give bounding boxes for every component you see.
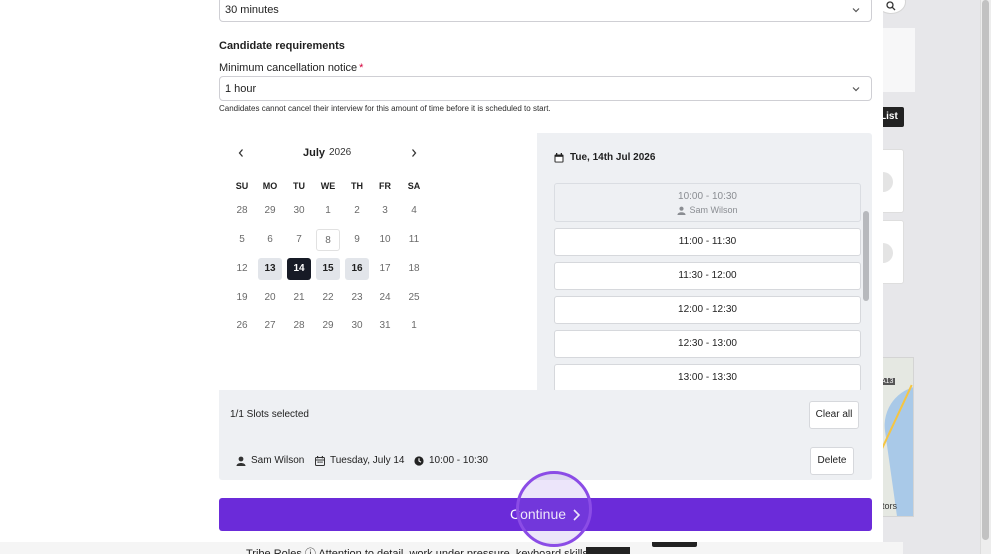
calendar-day[interactable]: 16 xyxy=(345,258,369,280)
slots-date: Tue, 14th Jul 2026 xyxy=(570,152,656,163)
map-water xyxy=(879,385,913,516)
calendar-day[interactable]: 22 xyxy=(316,287,340,309)
calendar-day[interactable]: 21 xyxy=(287,287,311,309)
weekday-label: SA xyxy=(407,181,421,191)
calendar-day[interactable]: 30 xyxy=(345,315,369,337)
click-indicator xyxy=(516,471,592,547)
duration-select[interactable]: 30 minutes xyxy=(219,0,872,22)
calendar-day[interactable]: 9 xyxy=(345,229,369,251)
selected-person: Sam Wilson xyxy=(236,455,304,466)
calendar-day[interactable]: 1 xyxy=(402,315,426,337)
weekday-label: SU xyxy=(235,181,249,191)
calendar-icon xyxy=(554,152,564,162)
calendar-day[interactable]: 19 xyxy=(230,287,254,309)
weekday-label: MO xyxy=(262,181,278,191)
calendar-day[interactable]: 12 xyxy=(230,258,254,280)
weekday-label: TH xyxy=(351,181,363,191)
slot-list-scrollbar[interactable] xyxy=(863,183,869,390)
time-slot[interactable]: 11:30 - 12:00 xyxy=(554,262,861,290)
slot-list-scrollbar-thumb[interactable] xyxy=(863,211,869,301)
cancellation-label: Minimum cancellation notice * xyxy=(219,62,363,74)
calendar-day[interactable]: 1 xyxy=(316,200,340,222)
person-icon xyxy=(236,456,246,466)
selected-date-text: Tuesday, July 14 xyxy=(330,455,405,466)
background-bottom-button[interactable] xyxy=(586,547,630,554)
background-bottom-text: Tribe Roles ⓘ Attention to detail, work … xyxy=(246,548,586,554)
calendar-day[interactable]: 6 xyxy=(258,229,282,251)
chevron-right-icon xyxy=(412,149,417,157)
calendar-day[interactable]: 26 xyxy=(230,315,254,337)
clock-icon xyxy=(414,455,424,466)
time-slot-booked[interactable]: 10:00 - 10:30 Sam Wilson xyxy=(554,183,861,222)
calendar-day[interactable]: 29 xyxy=(258,200,282,222)
next-month-button[interactable] xyxy=(409,147,423,161)
calendar-month: July xyxy=(303,147,326,159)
calendar-day[interactable]: 11 xyxy=(402,229,426,251)
selected-person-name: Sam Wilson xyxy=(251,455,305,466)
chevron-down-icon xyxy=(852,87,860,92)
duration-value: 30 minutes xyxy=(225,4,279,16)
slots-selected-summary: 1/1 Slots selected xyxy=(230,409,309,420)
calendar: July 2026 SU MO TU WE TH FR SA 28 29 30 1 2 3 4 5 6 7 8 9… xyxy=(219,133,537,390)
chevron-down-icon xyxy=(852,8,860,13)
calendar-day[interactable]: 8 xyxy=(316,229,340,251)
calendar-year: 2026 xyxy=(329,147,352,158)
calendar-day[interactable]: 7 xyxy=(287,229,311,251)
calendar-day[interactable]: 10 xyxy=(373,229,397,251)
cancellation-value: 1 hour xyxy=(225,83,257,95)
time-slot-list[interactable]: 10:00 - 10:30 Sam Wilson 11:00 - 11:30 11… xyxy=(554,183,861,390)
calendar-day[interactable]: 17 xyxy=(373,258,397,280)
prev-month-button[interactable] xyxy=(236,147,250,161)
required-mark: * xyxy=(359,62,364,74)
schedule-modal: 30 minutes Candidate requirements Minimu… xyxy=(0,0,883,547)
calendar-day[interactable]: 23 xyxy=(345,287,369,309)
chevron-left-icon xyxy=(238,149,243,157)
delete-slot-button[interactable]: Delete xyxy=(810,447,854,475)
calendar-day[interactable]: 25 xyxy=(402,287,426,309)
calendar-day[interactable]: 14 xyxy=(287,258,311,280)
calendar-day[interactable]: 30 xyxy=(287,200,311,222)
calendar-day[interactable]: 24 xyxy=(373,287,397,309)
booked-time: 10:00 - 10:30 xyxy=(678,191,737,202)
scheduler: July 2026 SU MO TU WE TH FR SA 28 29 30 1 2 3 4 5 6 7 8 9… xyxy=(219,133,872,480)
calendar-day[interactable]: 5 xyxy=(230,229,254,251)
page-scrollbar-thumb[interactable] xyxy=(982,0,989,540)
calendar-day[interactable]: 4 xyxy=(402,200,426,222)
calendar-day[interactable]: 28 xyxy=(287,315,311,337)
calendar-icon xyxy=(315,455,325,466)
section-title: Candidate requirements xyxy=(219,40,345,52)
weekday-label: TU xyxy=(293,181,305,191)
clear-all-button[interactable]: Clear all xyxy=(809,401,859,429)
calendar-day[interactable]: 13 xyxy=(258,258,282,280)
calendar-day[interactable]: 31 xyxy=(373,315,397,337)
time-slot[interactable]: 12:00 - 12:30 xyxy=(554,296,861,324)
calendar-day[interactable]: 3 xyxy=(373,200,397,222)
background-panel xyxy=(883,28,915,92)
booked-person: Sam Wilson xyxy=(555,205,860,215)
calendar-day[interactable]: 2 xyxy=(345,200,369,222)
person-icon xyxy=(677,206,687,215)
cancellation-label-text: Minimum cancellation notice xyxy=(219,62,358,74)
calendar-day[interactable]: 15 xyxy=(316,258,340,280)
slots-heading: Tue, 14th Jul 2026 xyxy=(554,152,655,163)
selected-time-text: 10:00 - 10:30 xyxy=(429,455,488,466)
weekday-label: WE xyxy=(320,181,336,191)
weekday-label: FR xyxy=(379,181,391,191)
selected-date: Tuesday, July 14 xyxy=(315,455,404,466)
selected-time: 10:00 - 10:30 xyxy=(414,455,488,466)
calendar-day[interactable]: 28 xyxy=(230,200,254,222)
calendar-day[interactable]: 18 xyxy=(402,258,426,280)
cancellation-helper: Candidates cannot cancel their interview… xyxy=(219,104,551,113)
calendar-day[interactable]: 27 xyxy=(258,315,282,337)
booked-person-name: Sam Wilson xyxy=(689,205,738,215)
time-slot[interactable]: 11:00 - 11:30 xyxy=(554,228,861,256)
calendar-day[interactable]: 29 xyxy=(316,315,340,337)
calendar-day[interactable]: 20 xyxy=(258,287,282,309)
search-icon xyxy=(886,1,896,11)
time-slot[interactable]: 12:30 - 13:00 xyxy=(554,330,861,358)
cancellation-notice-select[interactable]: 1 hour xyxy=(219,76,872,101)
time-slot[interactable]: 13:00 - 13:30 xyxy=(554,364,861,390)
